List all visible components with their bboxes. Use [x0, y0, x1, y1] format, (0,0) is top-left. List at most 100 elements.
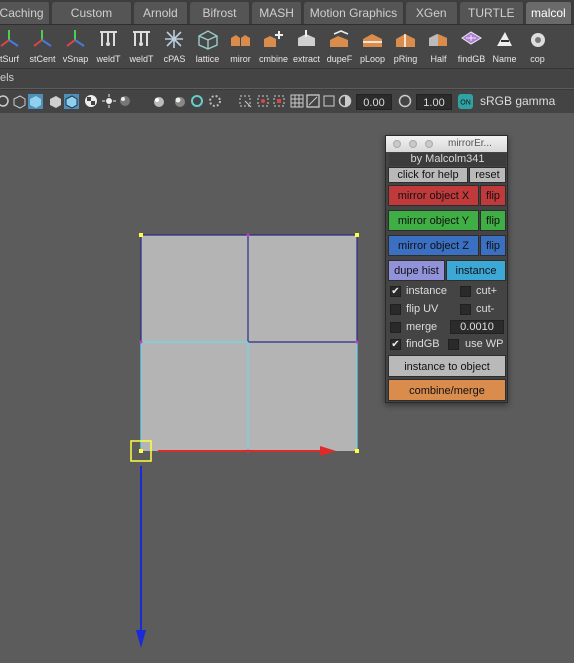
shelf-label: weldT	[96, 54, 121, 64]
ambient-occlusion-icon[interactable]	[152, 94, 167, 109]
vertex	[355, 449, 359, 453]
cut-plus-label: cut+	[476, 285, 498, 297]
mirror-blocks-icon	[231, 35, 250, 46]
shelf-button-cmbine[interactable]: cmbine	[258, 25, 289, 68]
shelf-button-findgb[interactable]: findGB	[456, 25, 487, 68]
tab-caching[interactable]: Caching	[0, 2, 52, 24]
shadow-icon[interactable]	[118, 94, 133, 109]
shelf-button-extract[interactable]: extract	[291, 25, 322, 68]
findgb-checkbox[interactable]: ✔	[390, 339, 401, 350]
gate-mask-icon[interactable]	[322, 94, 337, 109]
loop-icon	[363, 34, 382, 47]
instance-to-object-button[interactable]: instance to object	[388, 355, 506, 377]
shelf-button-name[interactable]: Name	[489, 25, 520, 68]
tab-turtle[interactable]: TURTLE	[459, 2, 525, 24]
tab-custom[interactable]: Custom	[52, 2, 133, 24]
help-button[interactable]: click for help	[388, 167, 468, 183]
panel-menu-bar: els	[0, 68, 574, 88]
instance-button[interactable]: instance	[446, 260, 506, 281]
shelf-button-weldt[interactable]: weldT	[93, 25, 124, 68]
copy-icon	[531, 33, 545, 47]
tab-mash[interactable]: MASH	[252, 2, 304, 24]
lattice-icon	[198, 30, 218, 50]
tab-malcolm[interactable]: malcol	[525, 2, 574, 24]
tab-bifrost[interactable]: Bifrost	[189, 2, 252, 24]
minimize-window-icon[interactable]	[409, 140, 417, 148]
gamma-field[interactable]: 1.00	[416, 94, 452, 110]
shelf-button-pring[interactable]: pRing	[390, 25, 421, 68]
tab-arnold[interactable]: Arnold	[133, 2, 189, 24]
shelf-label: extract	[292, 54, 320, 64]
cut-minus-checkbox[interactable]	[460, 304, 471, 315]
shelf-button-cop[interactable]: cop	[522, 25, 553, 68]
shelf-button-ploop[interactable]: pLoop	[357, 25, 388, 68]
weld-icon	[100, 31, 117, 46]
use-wp-checkbox[interactable]	[448, 339, 459, 350]
gamma-icon[interactable]	[398, 94, 413, 109]
findgb-label: findGB	[406, 338, 440, 350]
flip-z-button[interactable]: flip	[480, 235, 506, 256]
mirror-z-button[interactable]: mirror object Z	[388, 235, 479, 256]
flip-y-button[interactable]: flip	[480, 210, 506, 231]
depth-of-field-icon[interactable]	[208, 94, 223, 109]
combine-merge-button[interactable]: combine/merge	[388, 379, 506, 401]
tab-motion-graphics[interactable]: Motion Graphics	[304, 2, 405, 24]
smooth-shade-icon[interactable]	[28, 94, 43, 109]
grid-icon[interactable]	[290, 94, 305, 109]
resolution-gate-icon[interactable]	[306, 94, 321, 109]
y-axis-arrow-icon	[136, 630, 146, 648]
shelf-label: stCent	[29, 54, 56, 64]
shelf-tab-bar: Caching Custom Arnold Bifrost MASH Motio…	[0, 0, 574, 24]
star-icon	[165, 30, 183, 48]
merge-label: merge	[406, 321, 438, 333]
motion-blur-icon[interactable]	[172, 94, 187, 109]
shelf-button-stcent[interactable]: stCent	[27, 25, 58, 68]
vertex	[355, 233, 359, 237]
exposure-icon[interactable]	[338, 94, 353, 109]
multisample-icon[interactable]	[190, 94, 205, 109]
cut-plus-checkbox[interactable]	[460, 286, 471, 297]
merge-checkbox[interactable]	[390, 322, 401, 333]
mirror-x-button[interactable]: mirror object X	[388, 185, 479, 206]
dupe-hist-button[interactable]: dupe hist	[388, 260, 445, 281]
isolate-select-icon[interactable]	[238, 94, 253, 109]
mirror-window-titlebar[interactable]: mirrorEr...	[386, 136, 507, 152]
color-space-label[interactable]: sRGB gamma	[480, 94, 555, 108]
exposure-field[interactable]: 0.00	[356, 94, 392, 110]
flip-x-button[interactable]: flip	[480, 185, 506, 206]
panel-menu-panels[interactable]: els	[0, 72, 14, 84]
maximize-window-icon[interactable]	[425, 140, 433, 148]
shelf-label: cPAS	[163, 54, 186, 64]
wireframe-icon[interactable]	[12, 94, 27, 109]
checker-icon[interactable]	[84, 94, 99, 109]
reset-button[interactable]: reset	[469, 167, 506, 183]
shelf-button-weldt-2[interactable]: weldT	[126, 25, 157, 68]
shelf-button-miror[interactable]: miror	[225, 25, 256, 68]
wireframe-on-shaded-icon[interactable]	[64, 94, 79, 109]
shelf-button-vsnap[interactable]: vSnap	[60, 25, 91, 68]
shelf-button-tsurf[interactable]: tSurf	[0, 25, 25, 68]
light-icon[interactable]	[102, 94, 117, 109]
shelf-button-dupef[interactable]: dupeF	[324, 25, 355, 68]
shelf-button-lattice[interactable]: lattice	[192, 25, 223, 68]
xray-icon[interactable]	[256, 94, 271, 109]
shelf-button-half[interactable]: Half	[423, 25, 454, 68]
shelf-label: Half	[430, 54, 447, 64]
xray-joints-icon[interactable]	[272, 94, 287, 109]
merge-threshold-field[interactable]: 0.0010	[450, 320, 504, 334]
color-management-icon[interactable]: ON	[458, 94, 473, 109]
instance-checkbox[interactable]: ✔	[390, 286, 401, 297]
vertex	[355, 340, 359, 344]
shelf-button-cpas[interactable]: cPAS	[159, 25, 190, 68]
shelf-label: weldT	[129, 54, 154, 64]
mirror-y-button[interactable]: mirror object Y	[388, 210, 479, 231]
shelf-label: vSnap	[62, 54, 89, 64]
tab-xgen[interactable]: XGen	[405, 2, 459, 24]
mirror-window[interactable]: mirrorEr... by Malcolm341 click for help…	[385, 135, 508, 403]
combine-icon	[264, 31, 283, 47]
name-icon	[497, 32, 512, 46]
flat-shade-icon[interactable]	[48, 94, 63, 109]
flip-uv-checkbox[interactable]	[390, 304, 401, 315]
close-window-icon[interactable]	[393, 140, 401, 148]
wireframe-shaded-icon[interactable]	[0, 94, 11, 109]
